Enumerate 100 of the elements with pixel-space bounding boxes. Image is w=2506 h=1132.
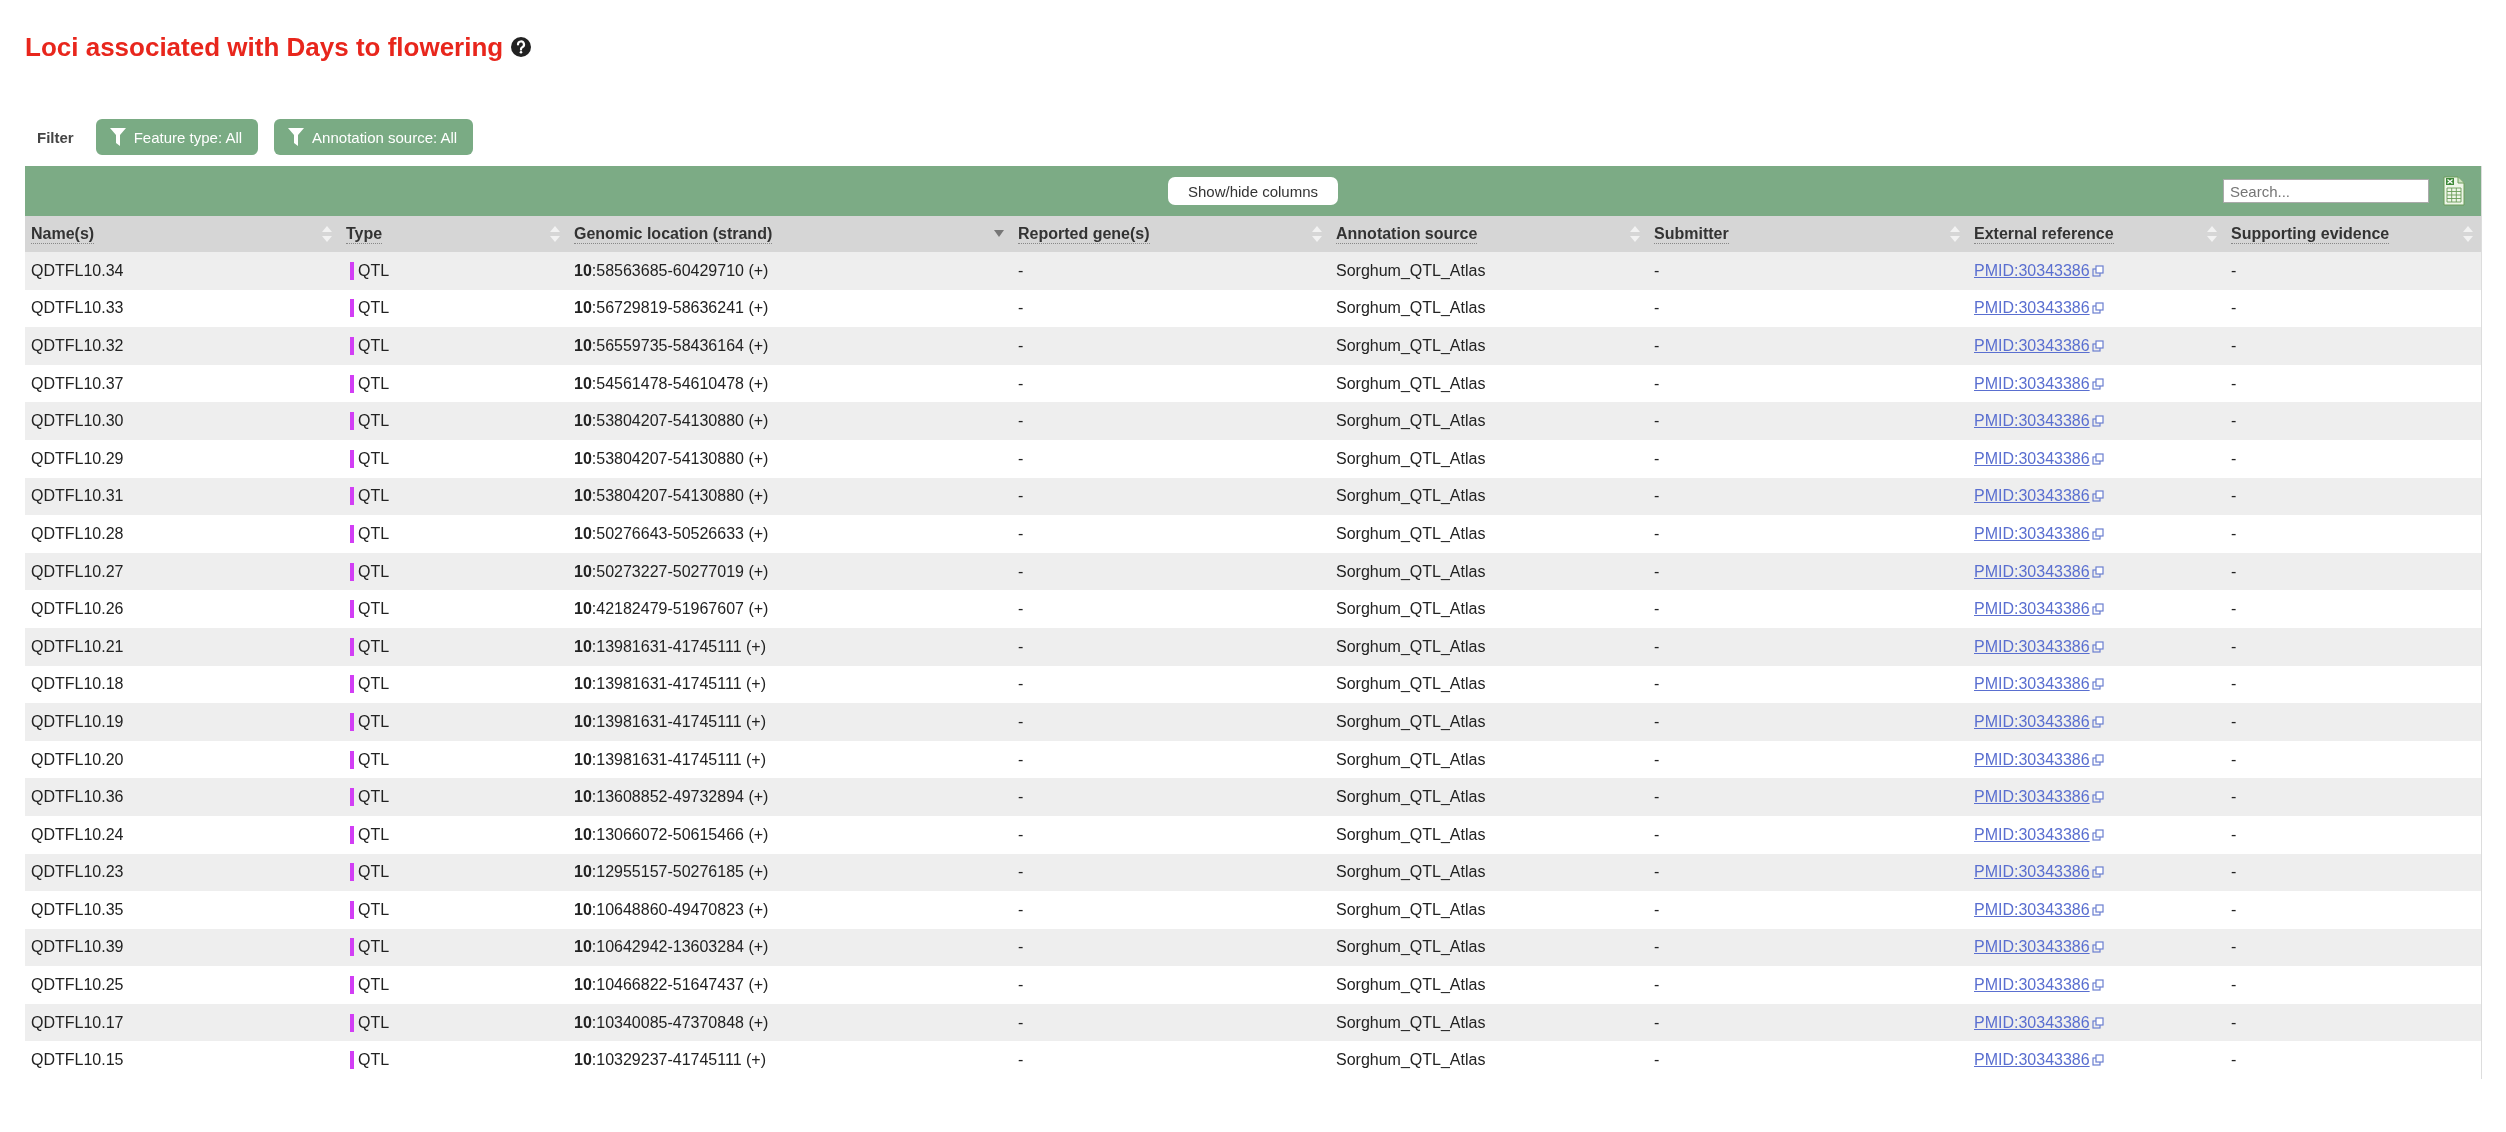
external-link-icon[interactable] [2091, 264, 2104, 277]
filter-button[interactable]: Annotation source: All [274, 119, 474, 155]
filter-button[interactable]: Feature type: All [95, 119, 259, 155]
table-cell: QTL [358, 524, 390, 543]
external-link-icon[interactable] [2091, 678, 2104, 691]
external-link-icon[interactable] [2091, 791, 2104, 804]
reference-link[interactable]: PMID:30343386 [1974, 524, 2090, 543]
column-header[interactable]: Genomic location (strand) [568, 216, 1012, 252]
funnel-icon [288, 128, 305, 146]
reference-link[interactable]: PMID:30343386 [1974, 261, 2090, 280]
table-cell-text: Sorghum_QTL_Atlas [1335, 562, 1487, 581]
table-cell-text: - [1017, 412, 1025, 431]
sort-icon [1630, 226, 1640, 242]
external-link-icon[interactable] [2091, 603, 2104, 616]
reference-link[interactable]: PMID:30343386 [1974, 1051, 2090, 1070]
external-link-icon[interactable] [2091, 1054, 2104, 1067]
external-link-icon[interactable] [2091, 377, 2104, 390]
reference-link[interactable]: PMID:30343386 [1974, 750, 2090, 769]
external-link-icon[interactable] [2091, 715, 2104, 728]
reference-link[interactable]: PMID:30343386 [1974, 600, 2090, 619]
column-header[interactable]: Submitter [1648, 216, 1968, 252]
table-cell-text: 10:10648860-49470823 (+) [573, 900, 770, 919]
reference-link[interactable]: PMID:30343386 [1974, 825, 2090, 844]
table-cell-text: Sorghum_QTL_Atlas [1335, 1013, 1487, 1032]
column-header[interactable]: Reported gene(s) [1012, 216, 1330, 252]
column-header[interactable]: Annotation source [1330, 216, 1648, 252]
reference-link[interactable]: PMID:30343386 [1974, 487, 2090, 506]
table-cell-text: - [1653, 863, 1661, 882]
table-cell: QTL [358, 1051, 390, 1070]
sort-icon [2207, 226, 2217, 242]
table-cell: QTL [358, 863, 390, 882]
table-cell-text: - [1017, 261, 1025, 280]
external-link-icon[interactable] [2091, 979, 2104, 992]
spreadsheet-export-icon[interactable] [2443, 176, 2465, 206]
table-cell-text: QDTFL10.36 [30, 788, 125, 807]
table-cell-text: - [1653, 1013, 1661, 1032]
external-link-icon[interactable] [2091, 565, 2104, 578]
table-cell-text: - [2230, 825, 2238, 844]
external-link-icon[interactable] [2091, 415, 2104, 428]
table-cell-text: QDTFL10.39 [30, 938, 125, 957]
table-cell-text: 10:13981631-41745111 (+) [573, 637, 767, 656]
table-cell-text: 10:50273227-50277019 (+) [573, 562, 770, 581]
table-cell-text: 10:53804207-54130880 (+) [573, 487, 770, 506]
reference-link[interactable]: PMID:30343386 [1974, 788, 2090, 807]
show-hide-columns-button[interactable]: Show/hide columns [1167, 177, 1339, 205]
table-cell-text: Sorghum_QTL_Atlas [1335, 1051, 1487, 1070]
external-link-icon[interactable] [2091, 866, 2104, 879]
table-cell-text: QDTFL10.31 [30, 487, 125, 506]
column-header[interactable]: Name(s) [25, 216, 340, 252]
table-cell-text: - [1017, 900, 1025, 919]
external-link-icon[interactable] [2091, 828, 2104, 841]
column-header[interactable]: Supporting evidence [2225, 216, 2481, 252]
reference-link[interactable]: PMID:30343386 [1974, 562, 2090, 581]
external-link-icon[interactable] [2091, 340, 2104, 352]
table-cell: QTL [358, 600, 390, 619]
table-cell-text: - [1653, 637, 1661, 656]
help-icon[interactable] [511, 37, 532, 57]
external-link-icon[interactable] [2091, 1016, 2104, 1029]
table-cell-text: - [1017, 299, 1025, 318]
table-cell-text: Sorghum_QTL_Atlas [1335, 900, 1487, 919]
external-link-icon[interactable] [2091, 903, 2104, 916]
reference-link[interactable]: PMID:30343386 [1974, 712, 2090, 731]
search-field[interactable]: Search... [2223, 179, 2429, 203]
reference-link[interactable]: PMID:30343386 [1974, 938, 2090, 957]
table-cell-text: - [1653, 562, 1661, 581]
reference-link[interactable]: PMID:30343386 [1974, 299, 2090, 318]
reference-link[interactable]: PMID:30343386 [1974, 637, 2090, 656]
external-link-icon[interactable] [2091, 753, 2104, 766]
reference-link[interactable]: PMID:30343386 [1974, 976, 2090, 995]
table-cell-text: Sorghum_QTL_Atlas [1335, 825, 1487, 844]
table-cell-text: Sorghum_QTL_Atlas [1335, 976, 1487, 995]
reference-link[interactable]: PMID:30343386 [1974, 1013, 2090, 1032]
external-link-icon[interactable] [2091, 490, 2104, 503]
reference-link[interactable]: PMID:30343386 [1974, 449, 2090, 468]
external-link-icon[interactable] [2091, 452, 2104, 465]
table-cell-text: Sorghum_QTL_Atlas [1335, 938, 1487, 957]
table-cell-text: QDTFL10.25 [30, 976, 125, 995]
column-header[interactable]: Type [340, 216, 568, 252]
table-cell-text: QDTFL10.24 [30, 825, 125, 844]
table-cell-text: 10:12955157-50276185 (+) [573, 863, 770, 882]
reference-link[interactable]: PMID:30343386 [1974, 374, 2090, 393]
reference-link[interactable]: PMID:30343386 [1974, 412, 2090, 431]
table-cell-text: Sorghum_QTL_Atlas [1335, 750, 1487, 769]
reference-link[interactable]: PMID:30343386 [1974, 337, 2090, 355]
table-cell-text: 10:58563685-60429710 (+) [573, 261, 770, 280]
external-link-icon[interactable] [2091, 640, 2104, 653]
reference-link[interactable]: PMID:30343386 [1974, 900, 2090, 919]
table-cell-text: - [2230, 337, 2238, 355]
reference-link[interactable]: PMID:30343386 [1974, 675, 2090, 694]
column-header[interactable]: External reference [1968, 216, 2225, 252]
external-link-icon[interactable] [2091, 941, 2104, 954]
external-link-icon[interactable] [2091, 302, 2104, 315]
reference-link[interactable]: PMID:30343386 [1974, 863, 2090, 882]
table-cell-text: - [2230, 412, 2238, 431]
table-cell-text: - [1017, 938, 1025, 957]
table-cell-text: - [2230, 900, 2238, 919]
filter-label: Filter [37, 128, 74, 146]
external-link-icon[interactable] [2091, 527, 2104, 540]
table-cell: QTL [358, 299, 390, 318]
table-cell-text: Sorghum_QTL_Atlas [1335, 412, 1487, 431]
